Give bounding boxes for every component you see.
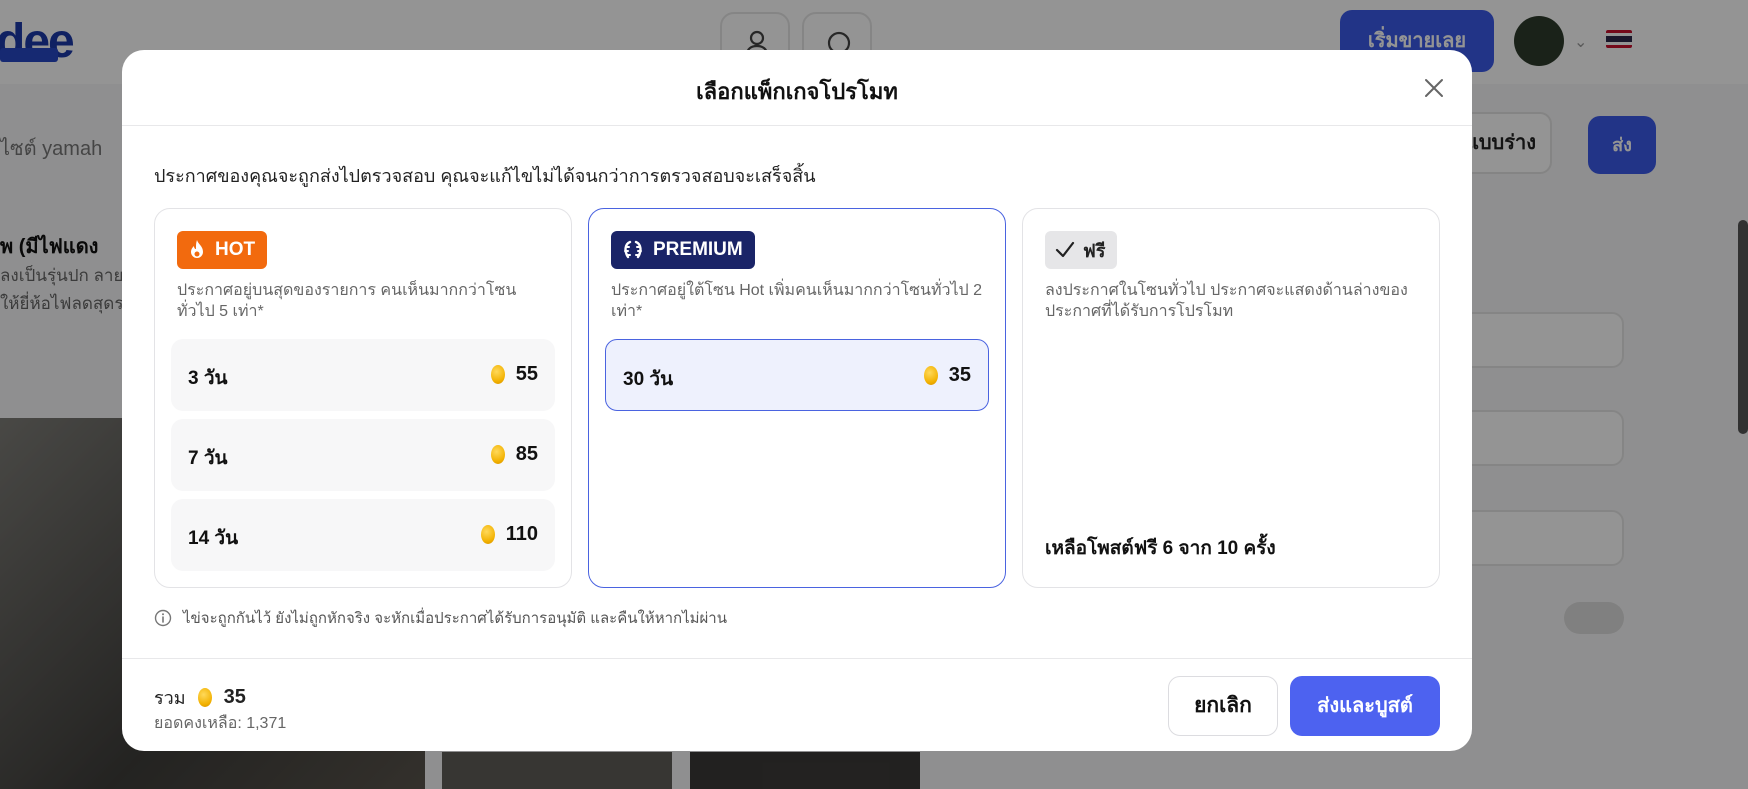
premium-description: ประกาศอยู่ใต้โซน Hot เพิ่มคนเห็นมากกว่าโ… bbox=[611, 282, 983, 320]
package-card-premium[interactable]: PREMIUM ประกาศอยู่ใต้โซน Hot เพิ่มคนเห็น… bbox=[588, 208, 1006, 588]
egg-hold-info: ไข่จะถูกกันไว้ ยังไม่ถูกหักจริง จะหักเมื… bbox=[154, 606, 727, 630]
total-label: รวม bbox=[154, 688, 186, 708]
option-price: 55 bbox=[490, 363, 538, 386]
cancel-button[interactable]: ยกเลิก bbox=[1168, 676, 1278, 736]
info-text: ไข่จะถูกกันไว้ ยังไม่ถูกหักจริง จะหักเมื… bbox=[183, 610, 727, 627]
fire-icon bbox=[191, 240, 203, 258]
total-value: 35 bbox=[223, 686, 246, 708]
submit-and-boost-button[interactable]: ส่งและบูสต์ bbox=[1290, 676, 1440, 736]
price-value: 55 bbox=[515, 363, 538, 385]
coin-icon bbox=[923, 366, 938, 385]
hot-description: ประกาศอยู่บนสุดของรายการ คนเห็นมากกว่าโซ… bbox=[177, 282, 517, 320]
free-badge: ฟรี bbox=[1045, 231, 1118, 269]
close-button[interactable] bbox=[1420, 74, 1448, 102]
promote-package-modal: เลือกแพ็กเกจโปรโมท ประกาศของคุณจะถูกส่งไ… bbox=[122, 50, 1472, 751]
laurel-icon bbox=[624, 240, 642, 259]
price-value: 110 bbox=[505, 523, 538, 545]
check-icon bbox=[1055, 241, 1075, 258]
option-duration: 7 วัน bbox=[188, 448, 228, 469]
review-notice: ประกาศของคุณจะถูกส่งไปตรวจสอบ คุณจะแก้ไข… bbox=[154, 166, 816, 186]
premium-badge-label: PREMIUM bbox=[653, 239, 743, 260]
total-row: รวม 35 bbox=[154, 683, 246, 712]
option-price: 85 bbox=[490, 443, 538, 466]
free-posts-remaining: เหลือโพสต์ฟรี 6 จาก 10 ครั้ง bbox=[1045, 538, 1276, 559]
premium-badge: PREMIUM bbox=[611, 231, 755, 269]
option-price: 110 bbox=[480, 523, 538, 546]
hot-option-7-days[interactable]: 7 วัน 85 bbox=[171, 419, 555, 491]
modal-title: เลือกแพ็กเกจโปรโมท bbox=[696, 79, 898, 104]
hot-option-3-days[interactable]: 3 วัน 55 bbox=[171, 339, 555, 411]
premium-option-30-days[interactable]: 30 วัน 35 bbox=[605, 339, 989, 411]
price-value: 35 bbox=[948, 364, 971, 386]
package-card-hot[interactable]: HOT ประกาศอยู่บนสุดของรายการ คนเห็นมากกว… bbox=[154, 208, 572, 588]
hot-badge: HOT bbox=[177, 231, 268, 269]
option-duration: 14 วัน bbox=[188, 528, 239, 549]
hot-option-14-days[interactable]: 14 วัน 110 bbox=[171, 499, 555, 571]
close-icon bbox=[1425, 79, 1443, 97]
coin-icon bbox=[197, 688, 212, 707]
option-price: 35 bbox=[923, 364, 971, 387]
modal-header: เลือกแพ็กเกจโปรโมท bbox=[122, 50, 1472, 126]
package-card-free[interactable]: ฟรี ลงประกาศในโซนทั่วไป ประกาศจะแสดงด้าน… bbox=[1022, 208, 1440, 588]
free-description: ลงประกาศในโซนทั่วไป ประกาศจะแสดงด้านล่าง… bbox=[1045, 282, 1408, 320]
price-value: 85 bbox=[515, 443, 538, 465]
coin-icon bbox=[480, 525, 495, 544]
option-duration: 3 วัน bbox=[188, 368, 228, 389]
free-badge-label: ฟรี bbox=[1083, 240, 1106, 261]
hot-badge-label: HOT bbox=[215, 239, 256, 260]
coin-icon bbox=[490, 365, 505, 384]
modal-footer: รวม 35 ยอดคงเหลือ: 1,371 ยกเลิก ส่งและบู… bbox=[122, 658, 1472, 751]
coin-icon bbox=[490, 445, 505, 464]
info-icon bbox=[154, 609, 172, 627]
option-duration: 30 วัน bbox=[623, 369, 674, 390]
remaining-balance: ยอดคงเหลือ: 1,371 bbox=[154, 715, 287, 732]
